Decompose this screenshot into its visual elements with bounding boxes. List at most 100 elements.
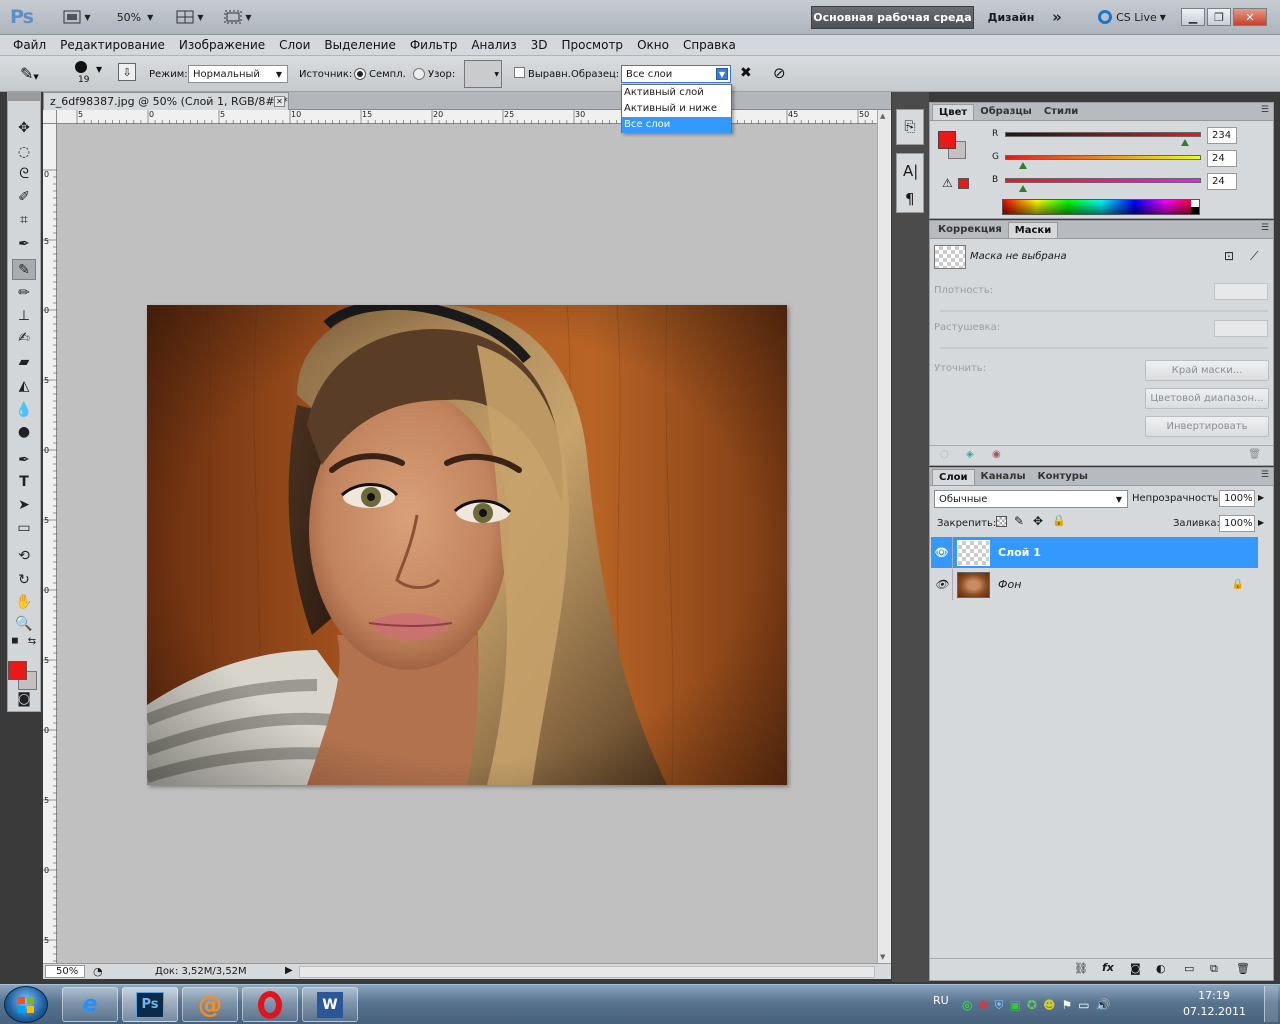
menu-window[interactable]: Окно (630, 38, 676, 52)
character-panel-icon[interactable]: A| (903, 162, 918, 180)
taskbar-ie[interactable]: e (62, 987, 118, 1022)
move-tool-icon[interactable]: ✥ (12, 117, 36, 138)
menu-3d[interactable]: 3D (524, 38, 555, 52)
eyedropper-tool-icon[interactable]: ✒ (12, 233, 36, 254)
pattern-picker[interactable]: ▼ (464, 60, 502, 88)
delete-layer-icon[interactable]: 🗑 (1236, 962, 1250, 975)
invert-button[interactable]: Инвертировать (1145, 416, 1269, 437)
document-image[interactable] (147, 305, 787, 785)
close-document-icon[interactable]: ✕ (274, 96, 285, 107)
gamut-warning-icon[interactable]: ⚠ (942, 176, 953, 190)
r-slider-thumb[interactable] (1180, 139, 1189, 146)
layer-row-background[interactable]: 👁 Фон 🔒 (931, 569, 1258, 600)
b-value[interactable]: 24 (1207, 173, 1237, 190)
pressure-size-icon[interactable]: ⊘ (773, 64, 786, 82)
lock-all-icon[interactable]: 🔒 (1052, 514, 1066, 527)
fill-arrow-icon[interactable]: ▶ (1258, 518, 1264, 527)
tab-color[interactable]: Цвет (932, 104, 975, 120)
marquee-tool-icon[interactable]: ◌ (12, 141, 36, 162)
blend-mode-select[interactable]: Обычные ▼ (934, 490, 1128, 508)
status-menu-arrow-icon[interactable]: ▶ (285, 965, 293, 976)
sample-option-all-layers[interactable]: Все слои (622, 117, 731, 133)
lock-position-icon[interactable]: ✥ (1033, 514, 1043, 528)
more-workspaces-button[interactable]: » (1046, 6, 1068, 28)
taskbar-photoshop[interactable]: Ps (122, 987, 178, 1022)
brush-tip-icon[interactable] (75, 61, 87, 73)
vector-mask-icon[interactable]: ⟋ (1250, 249, 1258, 264)
taskbar-clock[interactable]: 17:19 07.12.2011 (1183, 988, 1246, 1020)
fill-input[interactable]: 100% (1219, 515, 1255, 532)
close-button[interactable]: ✕ (1233, 8, 1267, 26)
visibility-eye-icon[interactable]: 👁 (931, 537, 953, 568)
tab-styles[interactable]: Стили (1038, 104, 1084, 120)
history-panel-icon[interactable]: ⎘ (896, 109, 924, 145)
menu-select[interactable]: Выделение (317, 38, 402, 52)
taskbar-opera[interactable] (242, 987, 298, 1022)
mask-edge-button[interactable]: Край маски... (1145, 360, 1269, 381)
menu-filter[interactable]: Фильтр (403, 38, 464, 52)
tab-adjustments[interactable]: Коррекция (932, 222, 1008, 238)
new-group-icon[interactable]: ▭ (1184, 962, 1194, 975)
3d-orbit-tool-icon[interactable]: ↻ (12, 569, 36, 590)
panel-menu-icon[interactable]: ☰ (1261, 105, 1269, 115)
tray-network-icon[interactable]: ◎ (962, 998, 972, 1012)
swap-colors-icon[interactable]: ⇆ (26, 635, 38, 647)
density-input[interactable] (1214, 283, 1268, 300)
lasso-tool-icon[interactable]: ᘓ (12, 163, 36, 184)
horizontal-ruler[interactable]: 5 0 5 10 15 20 25 30 35 40 45 50 (57, 110, 877, 124)
workspace-essentials-button[interactable]: Основная рабочая среда (811, 6, 974, 29)
menu-analysis[interactable]: Анализ (464, 38, 523, 52)
menu-edit[interactable]: Редактирование (53, 38, 172, 52)
dodge-tool-icon[interactable]: ● (12, 421, 36, 442)
gamut-color-swatch[interactable] (958, 178, 969, 189)
status-zoom-field[interactable]: 50% (45, 965, 85, 978)
clone-stamp-tool-icon[interactable]: ⊥ (12, 305, 36, 326)
paint-bucket-tool-icon[interactable]: ◭ (12, 375, 36, 396)
horizontal-scrollbar[interactable] (299, 966, 875, 978)
g-slider[interactable] (1005, 155, 1201, 160)
sample-select[interactable]: Все слои ▼ (621, 65, 731, 83)
history-brush-tool-icon[interactable]: ✍ (12, 327, 36, 348)
density-slider[interactable] (940, 310, 1268, 312)
default-colors-icon[interactable]: ◼ (9, 635, 21, 647)
tray-security-icon[interactable]: ✱ (978, 998, 988, 1012)
menu-image[interactable]: Изображение (172, 38, 272, 52)
menu-view[interactable]: Просмотр (554, 38, 630, 52)
show-desktop-button[interactable] (1264, 986, 1278, 1022)
visibility-eye-icon[interactable]: 👁 (931, 569, 953, 600)
zoom-tool-icon[interactable]: 🔍 (12, 613, 36, 634)
tab-paths[interactable]: Контуры (1032, 469, 1094, 485)
ruler-origin[interactable] (43, 110, 57, 124)
feather-slider[interactable] (940, 347, 1268, 349)
language-indicator[interactable]: RU (933, 994, 949, 1007)
workspace-design-button[interactable]: Дизайн (984, 6, 1038, 29)
apply-mask-icon[interactable]: ◈ (966, 449, 974, 460)
tab-swatches[interactable]: Образцы (974, 104, 1038, 120)
tray-flag-icon[interactable]: ⚑ (1061, 998, 1072, 1012)
link-layers-icon[interactable]: ⛓ (1074, 962, 1088, 975)
color-spectrum-bar[interactable] (1002, 199, 1200, 215)
panel-menu-icon[interactable]: ☰ (1261, 470, 1269, 480)
pen-tool-icon[interactable]: ✒ (12, 449, 36, 470)
brush-tool-icon[interactable]: ✏ (12, 282, 36, 303)
healing-brush-tool-icon[interactable]: ✎ (12, 259, 36, 280)
menu-help[interactable]: Справка (676, 38, 743, 52)
menu-layers[interactable]: Слои (272, 38, 317, 52)
ignore-adjustment-layers-icon[interactable]: ✖ (740, 65, 752, 81)
r-value[interactable]: 234 (1207, 127, 1237, 144)
aligned-checkbox[interactable] (514, 67, 525, 78)
type-tool-icon[interactable]: T (12, 471, 36, 492)
r-slider[interactable] (1005, 132, 1201, 137)
clone-source-panel-icon[interactable]: ⇩ (118, 63, 136, 81)
minimize-button[interactable]: ▁ (1181, 8, 1205, 26)
opacity-arrow-icon[interactable]: ▶ (1258, 493, 1264, 502)
g-slider-thumb[interactable] (1019, 162, 1028, 169)
quick-mask-icon[interactable]: ◙ (12, 688, 36, 709)
b-slider[interactable] (1005, 178, 1201, 183)
tray-app-icon[interactable]: ▣ (1010, 998, 1021, 1012)
vertical-ruler[interactable]: 0 5 0 5 0 5 0 5 0 5 0 5 (43, 124, 57, 963)
brush-picker-arrow-icon[interactable]: ▼ (96, 65, 102, 74)
pixel-mask-icon[interactable]: ⊡ (1224, 249, 1234, 263)
layer-row-layer1[interactable]: 👁 Слой 1 (931, 537, 1258, 568)
source-pattern-radio[interactable] (413, 68, 425, 80)
